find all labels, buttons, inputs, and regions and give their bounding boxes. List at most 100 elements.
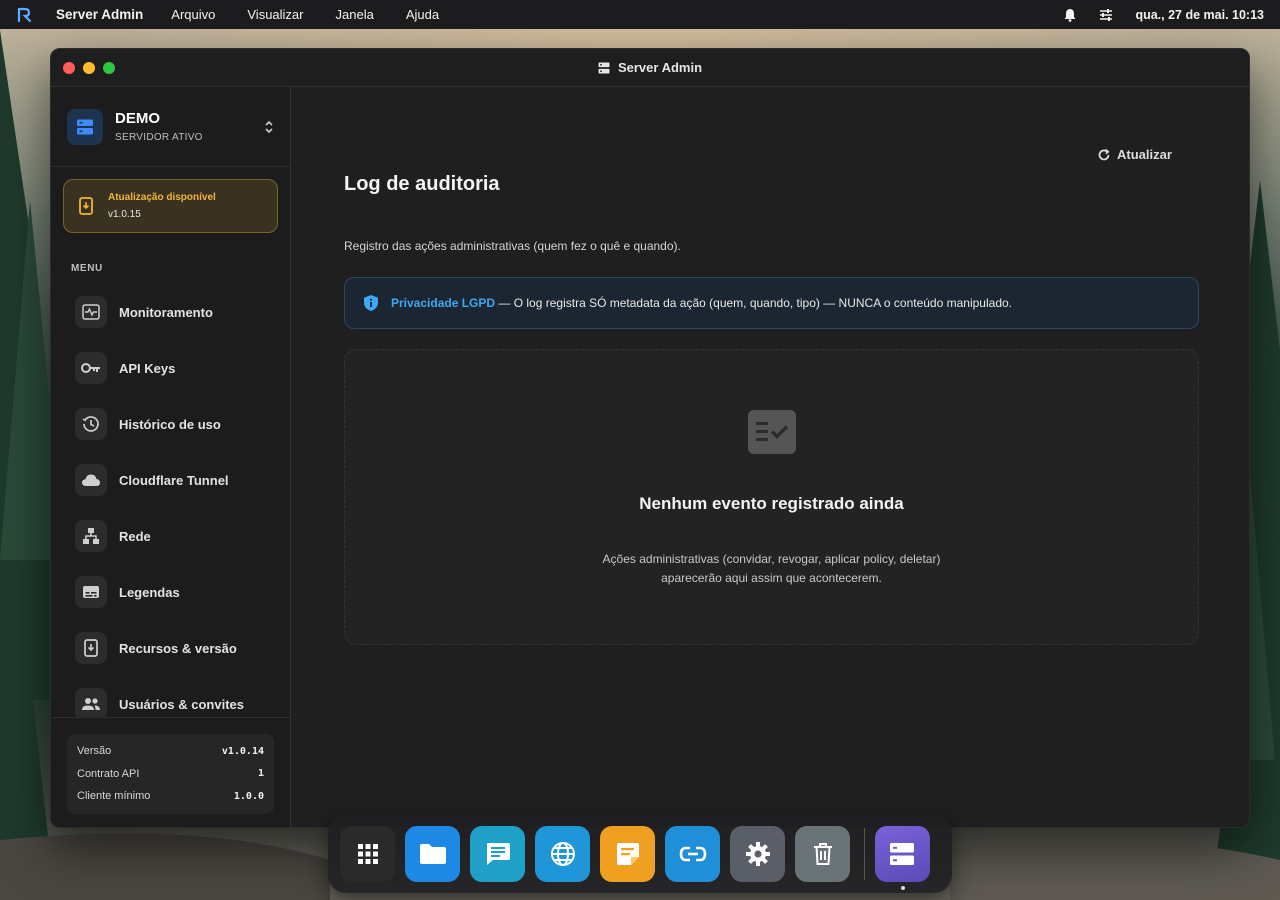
menu-visualizar[interactable]: Visualizar [247,7,303,22]
update-title: Atualização disponível [108,192,216,203]
menu-section-label: MENU [71,263,103,274]
menubar-clock[interactable]: qua., 27 de mai. 10:13 [1135,8,1264,22]
menu-janela[interactable]: Janela [336,7,374,22]
folder-icon [419,844,446,864]
sidebar-item-label: Rede [119,528,151,544]
app-logo-icon[interactable] [16,6,34,24]
sidebar-item-label: API Keys [119,360,176,376]
window-title-text: Server Admin [617,60,703,75]
chevron-up-down-icon[interactable] [264,119,274,135]
min-client-row: Cliente mínimo 1.0.0 [77,785,264,808]
notification-bell-icon[interactable] [1063,8,1077,22]
key-icon [75,352,107,384]
server-icon [598,62,610,73]
network-icon [75,520,107,552]
dock-server-admin[interactable] [874,826,930,890]
trash-icon [813,843,832,865]
window-controls [63,62,115,74]
globe-icon [550,842,575,866]
sidebar-item-label: Monitoramento [119,304,213,320]
update-version: v1.0.15 [108,209,141,220]
sidebar-item-monitoramento[interactable]: Monitoramento [51,284,290,340]
version-card: Versão v1.0.14 Contrato API 1 Cliente mí… [67,734,274,814]
sidebar-item-recursos[interactable]: Recursos & versão [51,620,290,676]
menu-ajuda[interactable]: Ajuda [406,7,439,22]
menu-arquivo[interactable]: Arquivo [171,7,215,22]
monitor-heartbeat-icon [75,296,107,328]
dock-app-launcher[interactable] [340,826,395,882]
refresh-icon [1098,148,1110,160]
server-name: DEMO [115,110,160,127]
sidebar-item-historico[interactable]: Histórico de uso [51,396,290,452]
server-icon [890,843,915,865]
min-client-label: Cliente mínimo [77,790,151,803]
update-device-icon [75,632,107,664]
sidebar-item-api-keys[interactable]: API Keys [51,340,290,396]
sidebar-item-label: Usuários & convites [119,696,244,712]
subtitles-icon [75,576,107,608]
dock-messages[interactable] [470,826,525,882]
notes-icon [616,843,639,865]
sidebar-item-rede[interactable]: Rede [51,508,290,564]
minimize-window-button[interactable] [83,62,95,74]
dock-notes[interactable] [600,826,655,882]
empty-state-description: Ações administrativas (convidar, revogar… [572,550,972,588]
system-menubar: Server Admin Arquivo Visualizar Janela A… [0,0,1280,29]
users-icon [75,688,107,720]
window-title: Server Admin [598,60,702,75]
grid-icon [357,844,378,864]
empty-state-line: aparecerão aqui assim que acontecerem. [661,571,882,585]
sidebar-nav: Monitoramento API Keys Histórico de uso … [51,284,290,732]
close-window-button[interactable] [63,62,75,74]
sidebar-item-label: Cloudflare Tunnel [119,472,229,488]
sidebar-item-cloudflare[interactable]: Cloudflare Tunnel [51,452,290,508]
menubar-app-name[interactable]: Server Admin [56,7,143,22]
server-icon [67,108,103,145]
empty-state-line: Ações administrativas (convidar, revogar… [602,552,941,566]
privacy-notice-title: Privacidade LGPD [391,296,496,310]
dock-browser[interactable] [535,826,590,882]
sidebar-item-label: Legendas [119,584,180,600]
refresh-button[interactable]: Atualizar [1097,147,1172,162]
min-client-value: 1.0.0 [233,790,264,802]
window-titlebar[interactable]: Server Admin [51,49,1249,87]
dock-trash[interactable] [795,826,850,882]
version-info-panel: Versão v1.0.14 Contrato API 1 Cliente mí… [51,717,290,827]
chat-icon [486,843,510,865]
version-value: v1.0.14 [221,745,264,757]
cloud-icon [75,464,107,496]
main-content: Atualizar Log de auditoria Registro das … [292,87,1249,827]
version-label: Versão [77,745,112,758]
control-sliders-icon[interactable] [1099,8,1113,22]
server-status: SERVIDOR ATIVO [115,132,203,143]
sidebar-item-legendas[interactable]: Legendas [51,564,290,620]
version-row: Versão v1.0.14 [77,740,264,763]
sidebar-item-label: Histórico de uso [119,416,221,432]
refresh-label: Atualizar [1117,147,1172,162]
active-app-indicator [900,886,905,890]
system-update-icon [76,196,96,216]
api-contract-value: 1 [257,768,264,780]
api-contract-row: Contrato API 1 [77,763,264,786]
page-title: Log de auditoria [344,173,500,195]
sidebar-item-label: Recursos & versão [119,640,237,656]
api-contract-label: Contrato API [77,767,140,780]
sidebar: DEMO SERVIDOR ATIVO Atualização disponív… [51,87,291,827]
app-window: Server Admin DEMO SERVIDOR ATIVO Atualiz… [50,48,1250,828]
dock-separator [864,828,865,880]
dock-links[interactable] [665,826,720,882]
empty-state-title: Nenhum evento registrado ainda [639,494,904,513]
settings-icon [745,842,770,866]
update-available-banner[interactable]: Atualização disponível v1.0.15 [63,179,278,233]
page-description: Registro das ações administrativas (quem… [344,239,681,253]
link-icon [679,846,706,862]
zoom-window-button[interactable] [103,62,115,74]
dock [328,815,952,893]
dock-files[interactable] [405,826,460,882]
privacy-notice-text: — O log registra SÓ metadata da ação (qu… [495,296,1012,310]
dock-settings[interactable] [730,826,785,882]
server-selector[interactable]: DEMO SERVIDOR ATIVO [51,87,290,167]
shield-info-icon [364,295,378,311]
empty-state: Nenhum evento registrado ainda Ações adm… [344,349,1199,645]
history-icon [75,408,107,440]
